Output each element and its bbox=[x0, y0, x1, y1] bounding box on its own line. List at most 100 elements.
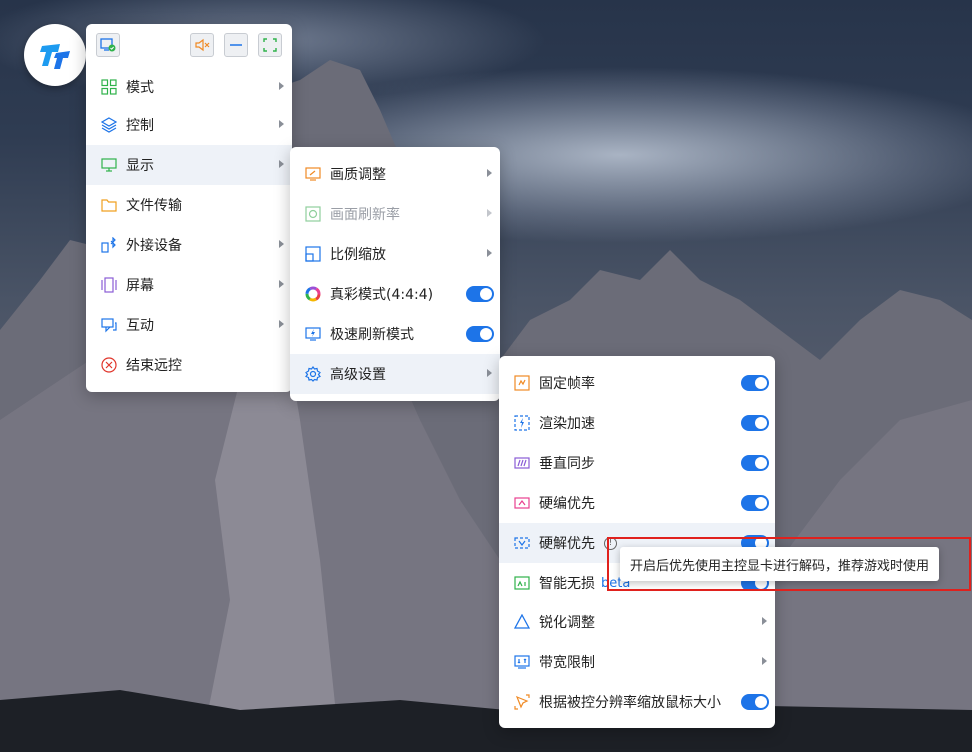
chevron-right-icon bbox=[279, 240, 284, 248]
menu-item-label: 智能无损 bbox=[539, 576, 595, 592]
chevron-right-icon bbox=[487, 169, 492, 177]
bandwidth-icon bbox=[513, 653, 531, 671]
menu-item-screen[interactable]: 屏幕 bbox=[86, 265, 292, 305]
menu-item-bandwidth-limit[interactable]: 带宽限制 bbox=[499, 642, 775, 682]
speaker-mute-icon bbox=[195, 38, 210, 52]
menu-item-external-devices[interactable]: 外接设备 bbox=[86, 225, 292, 265]
menu-item-label: 屏幕 bbox=[126, 278, 154, 294]
menu-item-label: 锐化调整 bbox=[539, 615, 595, 631]
menu-item-interaction[interactable]: 互动 bbox=[86, 305, 292, 345]
menu-item-label: 硬编优先 bbox=[539, 496, 595, 512]
cursor-scale-toggle[interactable] bbox=[741, 694, 769, 710]
chevron-right-icon bbox=[762, 657, 767, 665]
app-logo[interactable] bbox=[24, 24, 86, 86]
hw-decode-icon bbox=[513, 534, 531, 552]
fullscreen-icon bbox=[263, 38, 277, 52]
chat-icon bbox=[100, 316, 118, 334]
menu-item-vsync[interactable]: 垂直同步 bbox=[499, 443, 775, 483]
fullscreen-button[interactable] bbox=[258, 33, 282, 57]
menu-item-label: 极速刷新模式 bbox=[330, 327, 414, 343]
menu-item-label: 结束远控 bbox=[126, 358, 182, 374]
fixed-framerate-icon bbox=[513, 374, 531, 392]
chevron-right-icon bbox=[279, 280, 284, 288]
scale-icon bbox=[304, 245, 322, 263]
folder-icon bbox=[100, 196, 118, 214]
highlight-box bbox=[607, 537, 971, 591]
menu-item-label: 硬解优先 bbox=[539, 536, 595, 552]
menu-item-sharpen[interactable]: 锐化调整 bbox=[499, 602, 775, 642]
menu-item-label: 画质调整 bbox=[330, 167, 386, 183]
menu-item-label: 渲染加速 bbox=[539, 416, 595, 432]
chevron-right-icon bbox=[279, 82, 284, 90]
color-wheel-icon bbox=[304, 285, 322, 303]
chevron-right-icon bbox=[487, 249, 492, 257]
hw-encode-icon bbox=[513, 494, 531, 512]
todesk-logo-icon bbox=[40, 44, 70, 69]
menu-item-label: 画面刷新率 bbox=[330, 207, 400, 223]
menu-item-label: 文件传输 bbox=[126, 198, 182, 214]
chevron-right-icon bbox=[487, 369, 492, 377]
monitor-icon bbox=[100, 156, 118, 174]
menu-item-quality[interactable]: 画质调整 bbox=[290, 154, 500, 194]
menu-item-label: 真彩模式(4:4:4) bbox=[330, 287, 434, 303]
menu-item-end-remote[interactable]: 结束远控 bbox=[86, 345, 292, 385]
menu-item-scale[interactable]: 比例缩放 bbox=[290, 234, 500, 274]
monitor-connected-button[interactable] bbox=[96, 33, 120, 57]
menu-item-display[interactable]: 显示 bbox=[86, 145, 292, 185]
menu-item-fixed-framerate[interactable]: 固定帧率 bbox=[499, 363, 775, 403]
smart-lossless-icon bbox=[513, 574, 531, 592]
menu-item-render-acceleration[interactable]: 渲染加速 bbox=[499, 403, 775, 443]
vsync-toggle[interactable] bbox=[741, 455, 769, 471]
menu-item-label: 互动 bbox=[126, 318, 154, 334]
chevron-right-icon bbox=[279, 160, 284, 168]
screens-icon bbox=[100, 276, 118, 294]
main-menu: 模式 控制 显示 文件传输 外接设备 屏幕 互动 结束远控 bbox=[86, 24, 292, 392]
menu-item-cursor-scale[interactable]: 根据被控分辨率缩放鼠标大小 bbox=[499, 682, 775, 722]
menu-item-label: 显示 bbox=[126, 158, 154, 174]
cursor-scale-icon bbox=[513, 693, 531, 711]
menu-item-label: 根据被控分辨率缩放鼠标大小 bbox=[539, 695, 721, 711]
menu-item-refresh-rate[interactable]: 画面刷新率 bbox=[290, 194, 500, 234]
mute-button[interactable] bbox=[190, 33, 214, 57]
fast-refresh-icon bbox=[304, 325, 322, 343]
menu-item-file-transfer[interactable]: 文件传输 bbox=[86, 185, 292, 225]
grid-icon bbox=[100, 78, 118, 96]
minimize-icon bbox=[230, 44, 242, 46]
minimize-button[interactable] bbox=[224, 33, 248, 57]
menu-item-label: 比例缩放 bbox=[330, 247, 386, 263]
menu-item-hw-encode[interactable]: 硬编优先 bbox=[499, 483, 775, 523]
chevron-right-icon bbox=[279, 320, 284, 328]
hw-encode-toggle[interactable] bbox=[741, 495, 769, 511]
refresh-rate-icon bbox=[304, 205, 322, 223]
vsync-icon bbox=[513, 454, 531, 472]
menu-item-label: 垂直同步 bbox=[539, 456, 595, 472]
menu-item-label: 模式 bbox=[126, 80, 154, 96]
chevron-right-icon bbox=[762, 617, 767, 625]
menu-item-advanced-settings[interactable]: 高级设置 bbox=[290, 354, 500, 394]
display-submenu: 画质调整 画面刷新率 比例缩放 真彩模式(4:4:4) 极速刷新模式 高级设置 bbox=[290, 147, 500, 401]
menu-item-fast-refresh[interactable]: 极速刷新模式 bbox=[290, 314, 500, 354]
menu-item-label: 外接设备 bbox=[126, 238, 182, 254]
menu-item-label: 高级设置 bbox=[330, 367, 386, 383]
close-circle-icon bbox=[100, 356, 118, 374]
menu-toolbar bbox=[86, 24, 292, 68]
menu-item-control[interactable]: 控制 bbox=[86, 105, 292, 145]
chevron-right-icon bbox=[487, 209, 492, 217]
layers-icon bbox=[100, 116, 118, 134]
true-color-toggle[interactable] bbox=[466, 286, 494, 302]
triangle-icon bbox=[513, 613, 531, 631]
render-acceleration-toggle[interactable] bbox=[741, 415, 769, 431]
menu-item-label: 固定帧率 bbox=[539, 376, 595, 392]
menu-item-mode[interactable]: 模式 bbox=[86, 67, 292, 107]
fast-refresh-toggle[interactable] bbox=[466, 326, 494, 342]
gear-icon bbox=[304, 365, 322, 383]
menu-item-true-color[interactable]: 真彩模式(4:4:4) bbox=[290, 274, 500, 314]
menu-item-label: 带宽限制 bbox=[539, 655, 595, 671]
monitor-check-icon bbox=[100, 38, 116, 52]
bluetooth-device-icon bbox=[100, 236, 118, 254]
fixed-framerate-toggle[interactable] bbox=[741, 375, 769, 391]
menu-item-label: 控制 bbox=[126, 118, 154, 134]
chevron-right-icon bbox=[279, 120, 284, 128]
quality-icon bbox=[304, 165, 322, 183]
render-accel-icon bbox=[513, 414, 531, 432]
